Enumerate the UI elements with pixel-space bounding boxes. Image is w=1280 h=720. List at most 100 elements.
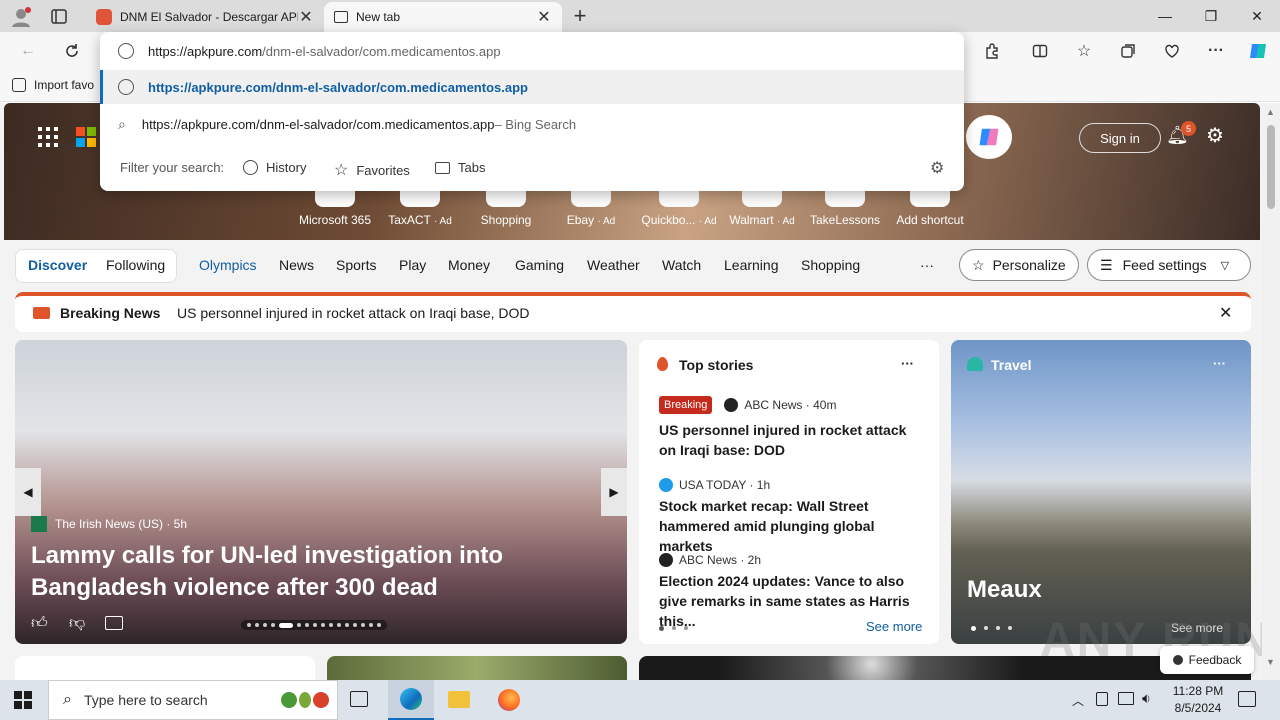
like-icon[interactable]: 👍︎: [31, 614, 48, 633]
nav-weather[interactable]: Weather: [587, 257, 640, 273]
scroll-up-icon[interactable]: ▲: [1266, 107, 1275, 117]
travel-place[interactable]: Meaux: [967, 576, 1042, 604]
suggestion-search[interactable]: ⌕ https://apkpure.com/dnm-el-salvador/co…: [100, 107, 964, 141]
globe-icon: [118, 43, 134, 59]
nav-news[interactable]: News: [279, 257, 314, 273]
tab-following[interactable]: Following: [106, 257, 165, 273]
refresh-icon[interactable]: [58, 38, 86, 64]
travel-card[interactable]: Travel ··· Meaux See more: [951, 340, 1251, 644]
filter-history[interactable]: History: [243, 160, 306, 175]
sign-in-button[interactable]: Sign in: [1079, 123, 1161, 153]
filter-favorites[interactable]: ☆ Favorites: [334, 160, 410, 180]
nav-sports[interactable]: Sports: [336, 257, 376, 273]
notification-center-icon[interactable]: [1238, 691, 1256, 707]
story-source: ABC News · 40m: [744, 398, 837, 412]
featured-story-card[interactable]: ◀ ▶ The Irish News (US) · 5h Lammy calls…: [15, 340, 627, 644]
scroll-thumb[interactable]: [1267, 125, 1275, 209]
page-settings-gear-icon[interactable]: ⚙: [1206, 123, 1224, 148]
nav-money[interactable]: Money: [448, 257, 490, 273]
copilot-search-icon[interactable]: [966, 115, 1012, 159]
breaking-text: US personnel injured in rocket attack on…: [177, 305, 530, 321]
top-stories-pager-dots[interactable]: [659, 626, 688, 631]
feedback-button[interactable]: Feedback: [1160, 646, 1254, 674]
abc-news-logo-icon: [659, 553, 673, 567]
filter-tabs[interactable]: Tabs: [435, 160, 485, 175]
new-tab-favicon-icon: [334, 11, 348, 23]
see-more-link[interactable]: See more: [866, 619, 922, 634]
scroll-down-icon[interactable]: ▼: [1266, 657, 1275, 667]
collections-icon[interactable]: [1114, 38, 1142, 64]
breaking-news-banner[interactable]: Breaking News US personnel injured in ro…: [15, 292, 1251, 332]
dislike-icon[interactable]: 👎︎: [69, 614, 85, 633]
nav-play[interactable]: Play: [399, 257, 426, 273]
volume-icon[interactable]: 🔉︎: [1142, 690, 1151, 707]
file-explorer-icon[interactable]: [448, 691, 470, 708]
feed-settings-button[interactable]: ☰ Feed settings ▽: [1087, 249, 1251, 281]
history-icon: [243, 160, 258, 175]
close-tab-icon[interactable]: ✕: [298, 7, 314, 27]
nav-watch[interactable]: Watch: [662, 257, 701, 273]
network-icon[interactable]: [1118, 692, 1134, 705]
personalize-button[interactable]: ☆ Personalize: [959, 249, 1079, 281]
import-favorites-link[interactable]: Import favo: [12, 78, 94, 92]
travel-pager-dots[interactable]: [971, 626, 1012, 631]
carousel-dots[interactable]: [241, 620, 387, 630]
tab-actions-icon[interactable]: [50, 8, 70, 26]
firefox-icon[interactable]: [498, 689, 520, 711]
edge-taskbar-icon[interactable]: [388, 680, 434, 720]
travel-more-icon[interactable]: ···: [1213, 356, 1226, 371]
close-tab-icon[interactable]: ✕: [536, 7, 552, 27]
carousel-next-button[interactable]: ▶: [601, 468, 627, 516]
story-headline[interactable]: Stock market recap: Wall Street hammered…: [659, 496, 927, 556]
maximize-button[interactable]: ❐: [1188, 0, 1234, 32]
featured-headline[interactable]: Lammy calls for UN-led investigation int…: [31, 540, 531, 604]
taskbar-search-box[interactable]: ⌕ Type here to search: [48, 680, 338, 720]
new-tab-button[interactable]: +: [568, 3, 592, 29]
story-item[interactable]: Breaking ABC News · 40m US personnel inj…: [659, 396, 927, 460]
shortcut-label: TakeLessons: [809, 213, 881, 227]
back-arrow-icon[interactable]: ←: [14, 38, 42, 64]
copilot-icon[interactable]: [1244, 38, 1272, 64]
address-input[interactable]: https://apkpure.com/dnm-el-salvador/com.…: [100, 34, 964, 68]
browser-essentials-icon[interactable]: [1158, 38, 1186, 64]
profile-icon[interactable]: [10, 6, 32, 28]
tray-chevron-up-icon[interactable]: ︿: [1072, 692, 1084, 709]
story-item[interactable]: USA TODAY · 1h Stock market recap: Wall …: [659, 478, 927, 556]
task-view-icon[interactable]: [350, 691, 368, 707]
clock-date[interactable]: 8/5/2024: [1170, 701, 1226, 715]
split-screen-icon[interactable]: [1026, 38, 1054, 64]
app-launcher-icon[interactable]: [38, 127, 58, 147]
page-scrollbar[interactable]: ▲ ▼: [1262, 103, 1280, 680]
apkpure-favicon-icon: [96, 9, 112, 25]
chevron-down-icon: ▽: [1220, 259, 1230, 272]
suggestion-url[interactable]: https://apkpure.com/dnm-el-salvador/com.…: [100, 70, 964, 104]
favorites-star-icon[interactable]: ☆: [1070, 38, 1098, 64]
tab-apkpure[interactable]: DNM El Salvador - Descargar APK ✕: [86, 2, 324, 32]
carousel-prev-button[interactable]: ◀: [15, 468, 41, 516]
nav-gaming[interactable]: Gaming: [515, 257, 564, 273]
nav-learning[interactable]: Learning: [724, 257, 779, 273]
tray-device-icon[interactable]: [1096, 692, 1108, 706]
notification-count: 5: [1181, 121, 1196, 136]
settings-more-icon[interactable]: ···: [1202, 38, 1230, 64]
start-windows-icon[interactable]: [14, 691, 32, 709]
clock-time[interactable]: 11:28 PM: [1170, 684, 1226, 698]
comment-icon[interactable]: [105, 616, 123, 630]
nav-shopping[interactable]: Shopping: [801, 257, 860, 273]
nav-more-icon[interactable]: ···: [920, 257, 934, 273]
omnibox-settings-gear-icon[interactable]: ⚙: [930, 158, 944, 178]
tab-new-tab[interactable]: New tab ✕: [324, 2, 562, 32]
story-source: ABC News · 2h: [679, 553, 762, 567]
search-icon: ⌕: [118, 115, 126, 132]
nav-olympics[interactable]: Olympics: [199, 257, 257, 273]
tabs-icon: [435, 161, 450, 174]
top-stories-more-icon[interactable]: ···: [901, 356, 914, 371]
dismiss-close-icon[interactable]: ✕: [1219, 303, 1232, 323]
tab-discover[interactable]: Discover: [28, 257, 87, 273]
minimize-button[interactable]: —: [1142, 0, 1188, 32]
breaking-badge: Breaking: [659, 396, 713, 414]
story-headline[interactable]: US personnel injured in rocket attack on…: [659, 420, 927, 460]
close-window-button[interactable]: ✕: [1234, 0, 1280, 32]
extensions-icon[interactable]: [978, 38, 1006, 64]
shortcut-label: Ebay: [566, 213, 595, 227]
